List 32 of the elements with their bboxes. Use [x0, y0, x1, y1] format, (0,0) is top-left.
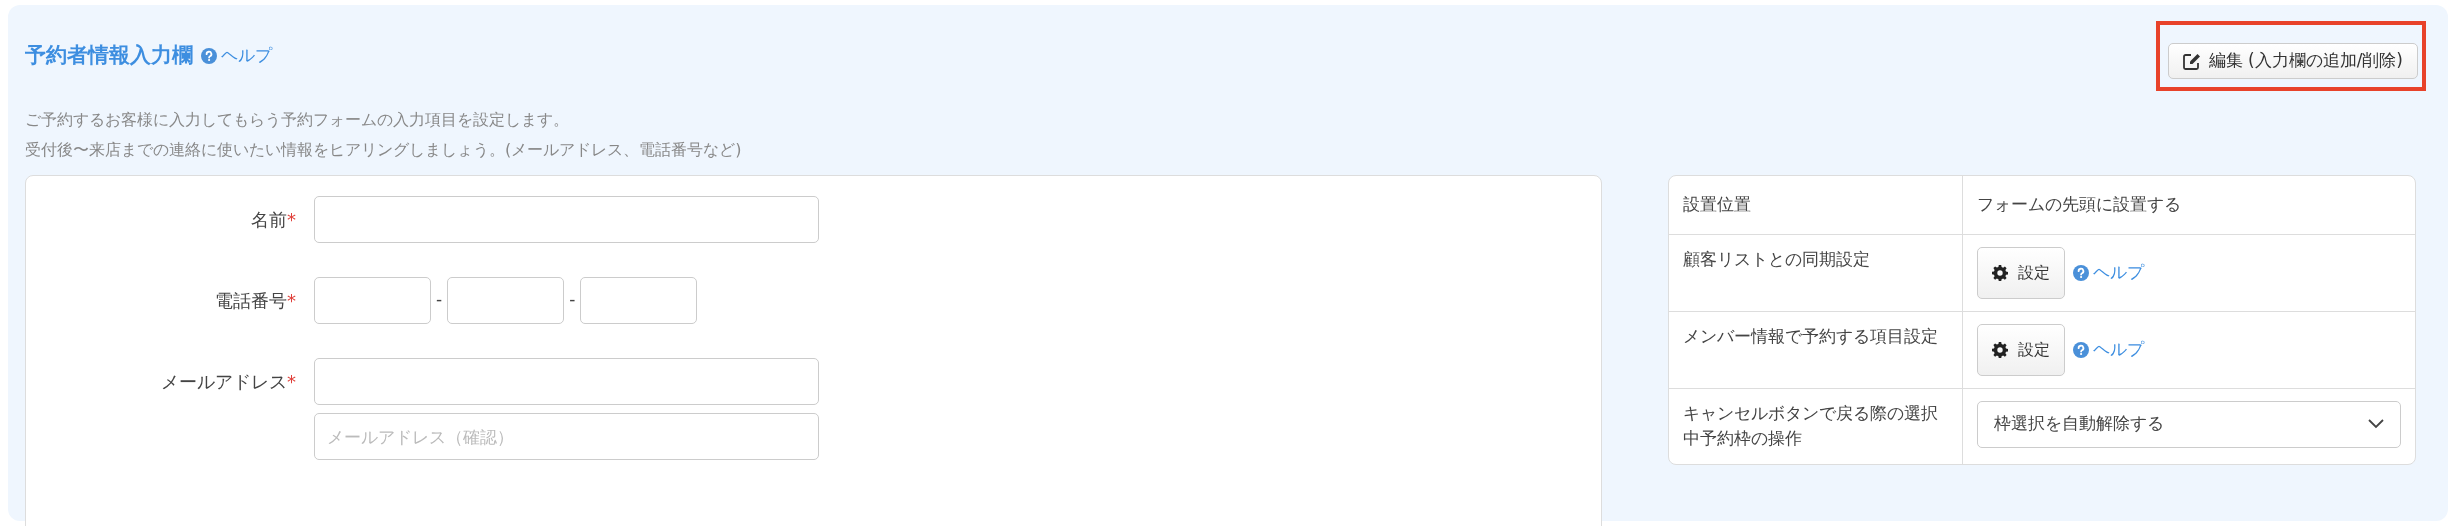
- input-field[interactable]: [314, 277, 431, 324]
- field-label: メールアドレス*: [160, 370, 296, 394]
- help-icon: [2073, 264, 2089, 281]
- edit-icon: [2182, 52, 2201, 70]
- edit-button[interactable]: 編集 (入力欄の追加/削除): [2167, 43, 2418, 79]
- input-field[interactable]: [447, 277, 565, 324]
- help-link[interactable]: ヘルプ: [2073, 336, 2144, 363]
- description-text: 受付後〜来店までの連絡に使いたい情報をヒアリングしましょう。(メールアドレス、電話番号など): [25, 139, 743, 161]
- input-field[interactable]: メールアドレス（確認）: [314, 413, 819, 460]
- input-field[interactable]: [580, 277, 698, 324]
- help-link[interactable]: ヘルプ: [2073, 259, 2144, 286]
- input-field[interactable]: [314, 358, 819, 405]
- gear-icon: [1992, 264, 2008, 281]
- setting-label: 顧客リストとの同期設定: [1669, 234, 1963, 312]
- description-text: ご予約するお客様に入力してもらう予約フォームの入力項目を設定します。: [25, 109, 570, 131]
- input-field[interactable]: [314, 196, 819, 243]
- field-label: 名前*: [250, 208, 296, 232]
- select-dropdown[interactable]: 枠選択を自動解除する: [1977, 400, 2401, 448]
- setting-value: フォームの先頭に設置する: [1963, 176, 2415, 235]
- setting-label: メンバー情報で予約する項目設定: [1669, 311, 1963, 389]
- chevron-down-icon: [2368, 419, 2384, 429]
- section-title: 予約者情報入力欄: [25, 42, 193, 69]
- help-icon: [201, 47, 217, 64]
- help-icon: [2073, 341, 2089, 358]
- settings-button[interactable]: 設定: [1977, 323, 2065, 376]
- setting-label: キャンセルボタンで戻る際の選択中予約枠の操作: [1669, 388, 1963, 464]
- separator-text: -: [568, 288, 577, 311]
- separator-text: -: [435, 288, 444, 311]
- setting-label: 設置位置: [1669, 176, 1963, 235]
- settings-button[interactable]: 設定: [1977, 246, 2065, 299]
- field-label: 電話番号*: [214, 289, 296, 313]
- gear-icon: [1992, 341, 2008, 358]
